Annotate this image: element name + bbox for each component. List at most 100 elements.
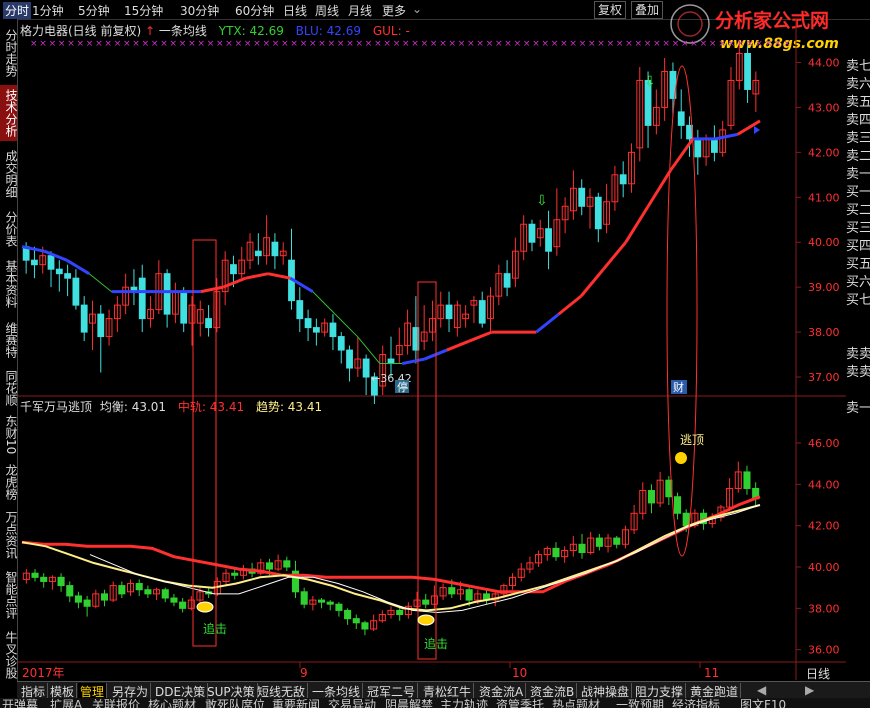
signal-dot-icon: × — [58, 39, 66, 49]
feature-asset-mgmt[interactable]: 资管季托 — [496, 698, 544, 708]
signal-dot-icon: × — [486, 39, 494, 49]
candle-body — [448, 587, 456, 595]
kline-chart[interactable]: 37.00 38.00 39.00 40.00 41.00 42.00 43.00 44.00… — [0, 0, 870, 708]
candle-body — [387, 358, 395, 365]
ma-line-segment — [245, 272, 269, 280]
signal-dot-icon: × — [77, 39, 85, 49]
candle-body — [744, 52, 751, 90]
signal-dot-icon: × — [383, 39, 391, 49]
candle-body — [743, 471, 751, 489]
candle-body — [694, 138, 702, 158]
y-tick-label: 37.00 — [808, 371, 840, 384]
candle-body — [170, 597, 178, 603]
bid-2: 买二 — [846, 203, 870, 218]
signal-dot-icon: × — [783, 39, 791, 49]
candle-body — [396, 609, 404, 616]
gold-ingot-icon — [196, 601, 214, 613]
signal-dot-icon: × — [644, 39, 652, 49]
signal-dot-icon: × — [197, 39, 205, 49]
candle-body — [647, 490, 656, 504]
feature-main-track[interactable]: 主力轨迹 — [440, 698, 488, 708]
signal-dot-icon: × — [290, 39, 298, 49]
buy-arrow-icon: ⇩ — [536, 193, 548, 209]
feature-economy[interactable]: 经济指标 — [672, 698, 720, 708]
candle-body — [205, 318, 212, 329]
candle-body — [503, 273, 511, 288]
feature-consensus[interactable]: 一致预期 — [616, 698, 664, 708]
period-label[interactable]: 日线 — [806, 667, 830, 681]
y-tick-label: 36.00 — [808, 644, 840, 657]
bid-6: 买六 — [846, 275, 870, 290]
signal-dot-icon: × — [188, 39, 196, 49]
ma-line-segment — [535, 312, 560, 334]
ma-line-segment — [446, 339, 470, 352]
signal-dot-icon: × — [253, 39, 261, 49]
y-tick-label: 40.00 — [808, 561, 840, 574]
ask-4: 卖四 — [846, 113, 870, 128]
signal-dot-icon: × — [718, 39, 726, 49]
signal-dot-icon: × — [579, 39, 587, 49]
candle-body — [619, 174, 627, 185]
signal-dot-icon: × — [318, 39, 326, 49]
y-tick-label: 44.00 — [808, 478, 840, 491]
signal-dot-icon: × — [476, 39, 484, 49]
candle-body — [613, 537, 621, 545]
candle-body — [578, 187, 586, 207]
signal-dot-icon: × — [588, 39, 596, 49]
candle-body — [682, 512, 690, 527]
ma-line-segment — [267, 272, 291, 280]
candle-body — [312, 327, 320, 333]
signal-dot-icon: × — [328, 39, 336, 49]
signal-dot-icon: × — [560, 39, 568, 49]
feature-related[interactable]: 关联报价 — [92, 698, 140, 708]
feature-danmaku[interactable]: 开弹幕 — [2, 698, 38, 708]
feature-trade-alert[interactable]: 交易异动 — [328, 698, 376, 708]
candle-body — [445, 304, 453, 320]
x-label-11: 11 — [704, 666, 719, 680]
y-tick-label: 40.00 — [808, 236, 840, 249]
feature-seats[interactable]: 敢死队席位 — [205, 698, 265, 708]
candle-body — [677, 111, 685, 126]
bid-4: 买四 — [846, 239, 870, 254]
candle-body — [361, 622, 369, 630]
signal-dot-icon: × — [281, 39, 289, 49]
candle-body — [346, 349, 353, 369]
candle-body — [180, 291, 188, 324]
candle-body — [31, 572, 39, 578]
signal-dot-icon: × — [755, 39, 763, 49]
candle-body — [465, 589, 473, 601]
y-tick-label: 43.00 — [808, 101, 840, 114]
tab-scroll-left-icon[interactable]: ◀ — [755, 683, 768, 697]
signal-dot-icon: × — [365, 39, 373, 49]
ask-2: 卖二 — [846, 149, 870, 164]
feature-hot-topic[interactable]: 热点题材 — [552, 698, 600, 708]
candle-body — [595, 537, 603, 547]
order-book-labels: 卖七 卖六 卖五 卖四 卖三 卖二 卖一 买一 买二 买三 买四 买五 买六 买… — [846, 55, 870, 575]
candle-body — [72, 277, 80, 306]
candle-body — [318, 599, 326, 603]
candle-body — [362, 358, 370, 378]
sell-label-2: 卖卖 — [846, 365, 870, 380]
signal-dot-icon: × — [625, 39, 633, 49]
feature-unlock[interactable]: 阴晨解禁 — [385, 698, 433, 708]
candle-body — [231, 572, 239, 576]
feature-f10[interactable]: 图文F10 — [740, 698, 786, 708]
buy-arrow-icon: ⇩ — [644, 74, 656, 90]
signal-dot-icon: × — [411, 39, 419, 49]
candle-body — [118, 585, 126, 595]
signal-dot-icon: × — [569, 39, 577, 49]
tab-scroll-right-icon[interactable]: ▶ — [803, 683, 816, 697]
signal-dot-icon: × — [597, 39, 605, 49]
signal-dot-icon: × — [207, 39, 215, 49]
feature-news[interactable]: 重要新闻 — [272, 698, 320, 708]
ma-line-segment — [646, 169, 672, 208]
y-tick-label: 44.00 — [808, 56, 840, 69]
feature-extend[interactable]: 扩展A — [50, 698, 82, 708]
feature-core-topic[interactable]: 核心题材 — [148, 698, 196, 708]
signal-dot-icon: × — [179, 39, 187, 49]
ma-line-segment — [624, 205, 650, 244]
trend-line — [21, 504, 761, 612]
signal-dot-icon: × — [449, 39, 457, 49]
signal-dot-icon: × — [170, 39, 178, 49]
bid-7: 买七 — [846, 293, 870, 308]
